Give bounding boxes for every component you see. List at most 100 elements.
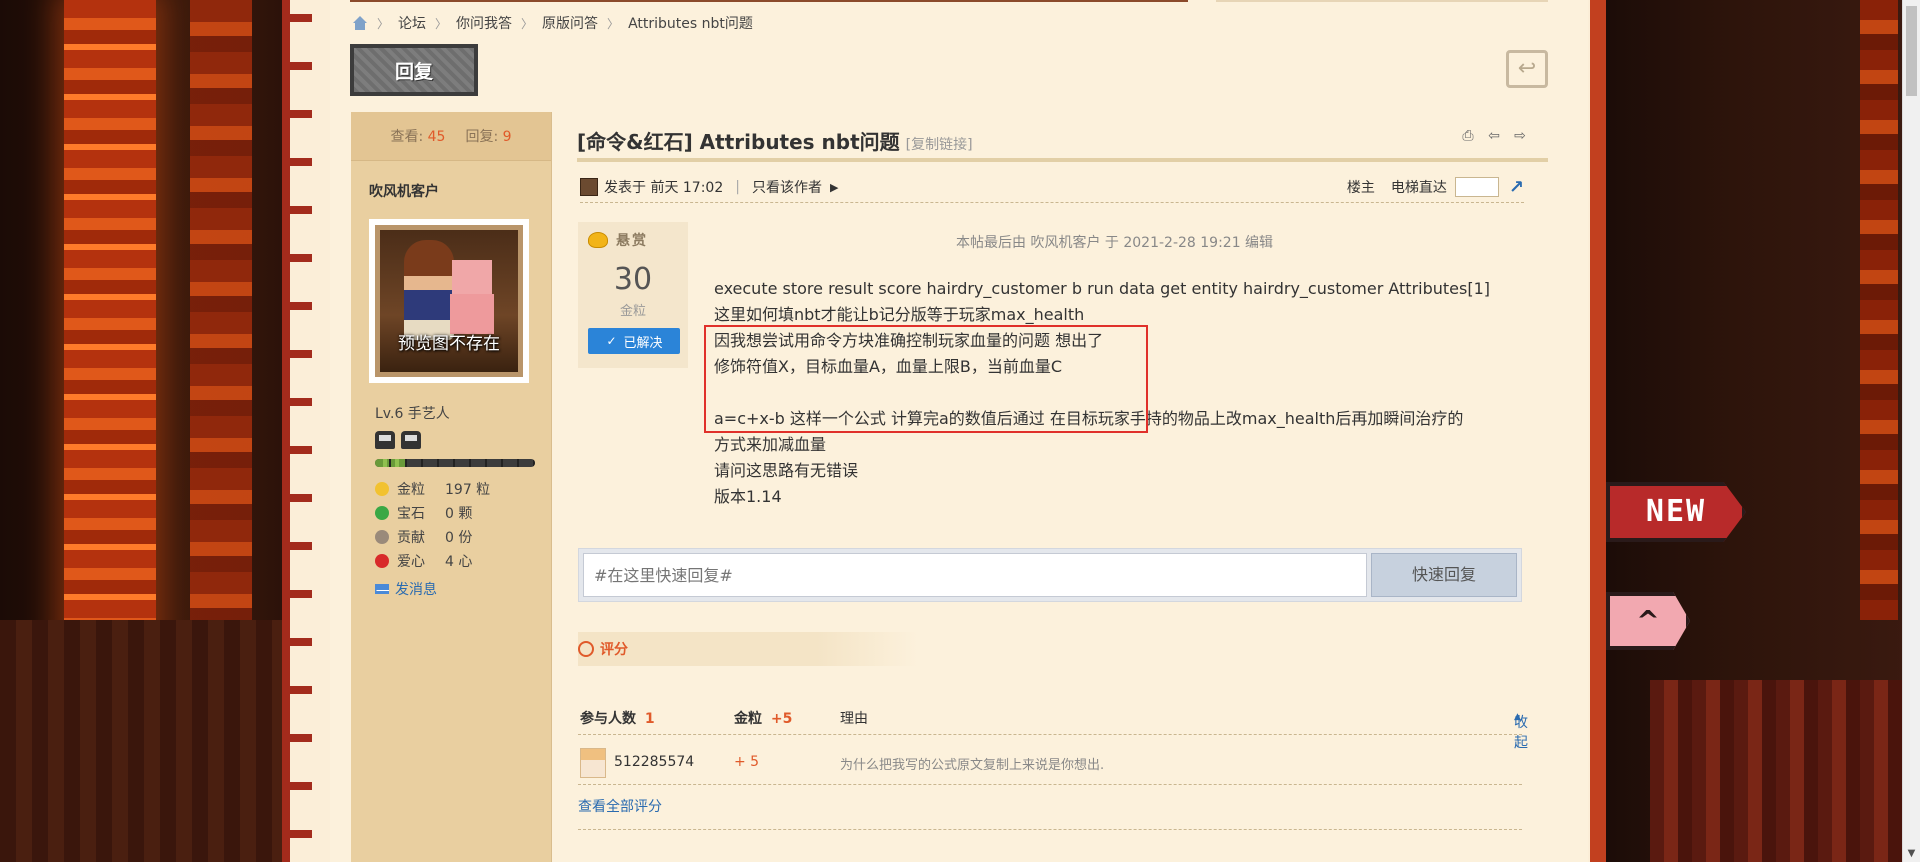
only-author-link[interactable]: 只看该作者 [752,177,822,197]
post-date: 发表于 前天 17:02 [604,180,724,196]
credit-label: 金粒 [397,482,425,498]
medal-icon[interactable] [375,431,395,449]
rating-circle-icon [578,641,594,657]
medal-icon[interactable] [401,431,421,449]
participants-label: 参与人数 [580,711,636,727]
gold-coin-icon [588,232,608,248]
views-count: 45 [427,129,446,145]
medal-list [351,423,551,449]
print-icon[interactable]: ⎙ [1460,128,1476,144]
credit-row-emerald: 宝石 0 颗 [375,501,551,525]
post-meta: 发表于 前天 17:02 | 只看该作者 ▶ 楼主 电梯直达 ↗ [580,172,1524,203]
rating-row: 512285574 + 5 为什么把我写的公式原文复制上来说是你想出. [578,744,1522,785]
quick-reply: 快速回复 [578,548,1522,602]
avatar[interactable]: 预览图不存在 [375,225,523,377]
post-body: execute store result score hairdry_custo… [714,276,1514,510]
rater-avatar[interactable] [580,748,606,778]
rater-name[interactable]: 512285574 [614,754,694,770]
post-line: 版本1.14 [714,487,782,506]
view-all-ratings-link[interactable]: 查看全部评分 [578,796,662,816]
avatar-figure [404,240,454,340]
lavafall-right [1860,0,1898,620]
ground-left [0,620,282,862]
currency-label: 金粒 [734,711,762,727]
book-binding [290,0,312,862]
post-line: 方式来加减血量 [714,435,827,454]
breadcrumb-qa[interactable]: 你问我答 [456,13,512,33]
jump-to-floor-icon[interactable]: ↗ [1509,177,1524,198]
views-label: 查看: [390,129,424,145]
author-sidebar: 查看: 45 回复: 9 吹风机客户 预览图不存在 Lv.6 手艺人 金粒 19… [351,112,552,862]
experience-bar [375,459,535,467]
back-to-top-badge[interactable]: ^ [1606,592,1690,650]
floor-controls: 楼主 电梯直达 ↗ [1347,177,1524,198]
page-scrollbar[interactable]: ▼ [1902,0,1920,862]
thread-stats: 查看: 45 回复: 9 [351,112,551,161]
currency-header: 金粒 +5 [734,708,792,728]
heart-icon [375,554,389,568]
reply-button[interactable]: 回复 [350,44,478,96]
caret-right-icon[interactable]: ▶ [830,181,838,194]
credit-value: 0 颗 [445,506,473,522]
views-stat: 查看: 45 [390,126,445,146]
new-badge[interactable]: NEW [1606,482,1746,542]
avatar-frame[interactable]: 预览图不存在 [369,219,529,383]
replies-count: 9 [502,129,512,145]
floor-number-input[interactable] [1454,177,1499,197]
replies-label: 回复: [465,129,499,145]
post-line: 因我想尝试用命令方块准确控制玩家血量的问题 想出了 [714,331,1104,350]
lavafall-left [64,0,156,710]
post-line: 请问这思路有无错误 [714,461,859,480]
rating-section-label: 评分 [600,642,628,658]
breadcrumb-separator: 〉 [607,16,620,31]
credit-value: 4 心 [445,554,473,570]
home-icon[interactable] [352,16,368,30]
book-edge [1590,0,1606,862]
send-message-link[interactable]: 发消息 [351,573,551,599]
credit-row-gold: 金粒 197 粒 [375,477,551,501]
solved-badge: ✓ 已解决 [588,328,680,354]
post-title-text: [命令&红石] Attributes nbt问题 [577,130,900,154]
author-mini-avatar[interactable] [580,178,598,196]
scrollbar-thumb[interactable] [1906,6,1917,96]
breadcrumb-vanilla-qa[interactable]: 原版问答 [542,13,598,33]
quick-reply-input[interactable] [583,553,1367,597]
post-tools: ⎙ ⇦ ⇨ [1460,128,1528,144]
bounty-label: 悬赏 [588,230,648,250]
quick-reply-button[interactable]: 快速回复 [1371,553,1517,597]
author-name[interactable]: 吹风机客户 [351,161,551,203]
participants-count: 1 [644,711,655,727]
rating-bottom-divider [578,828,1522,830]
bounty-unit: 金粒 [619,304,646,319]
return-to-list-icon[interactable]: ↩ [1506,50,1548,88]
solved-label: 已解决 [623,335,663,351]
header-divider-right [1216,0,1548,2]
user-level[interactable]: Lv.6 手艺人 [351,383,551,423]
check-icon: ✓ [606,334,617,348]
breadcrumb-current[interactable]: Attributes nbt问题 [628,13,753,33]
breadcrumb-separator: 〉 [377,16,390,31]
credit-row-heart: 爱心 4 心 [375,549,551,573]
reason-header: 理由 [840,711,868,727]
credit-row-contribution: 贡献 0 份 [375,525,551,549]
credit-label: 爱心 [397,554,425,570]
header-divider [350,0,1188,2]
send-message-label: 发消息 [395,582,437,598]
breadcrumb-forum[interactable]: 论坛 [398,13,426,33]
post-line [714,380,1514,406]
avatar-pig-body [450,294,494,334]
credit-value: 197 粒 [445,482,491,498]
elevator-label: 电梯直达 [1390,180,1447,196]
emerald-icon [375,506,389,520]
post-line: a=c+x-b 这样一个公式 计算完a的数值后通过 在目标玩家手持的物品上改ma… [714,409,1464,428]
next-thread-icon[interactable]: ⇨ [1512,128,1528,144]
post-line: 修饰符值X，目标血量A，血量上限B，当前血量C [714,357,1063,376]
copy-link[interactable]: [复制链接] [906,137,973,153]
previous-thread-icon[interactable]: ⇦ [1486,128,1502,144]
scroll-down-icon[interactable]: ▼ [1903,845,1920,862]
post-header: [命令&红石] Attributes nbt问题 [复制链接] ⎙ ⇦ ⇨ [577,124,1548,162]
post-line: execute store result score hairdry_custo… [714,279,1490,298]
caret-up-icon: ▲ [1514,712,1521,722]
currency-total: +5 [770,711,793,727]
breadcrumb-separator: 〉 [521,16,534,31]
